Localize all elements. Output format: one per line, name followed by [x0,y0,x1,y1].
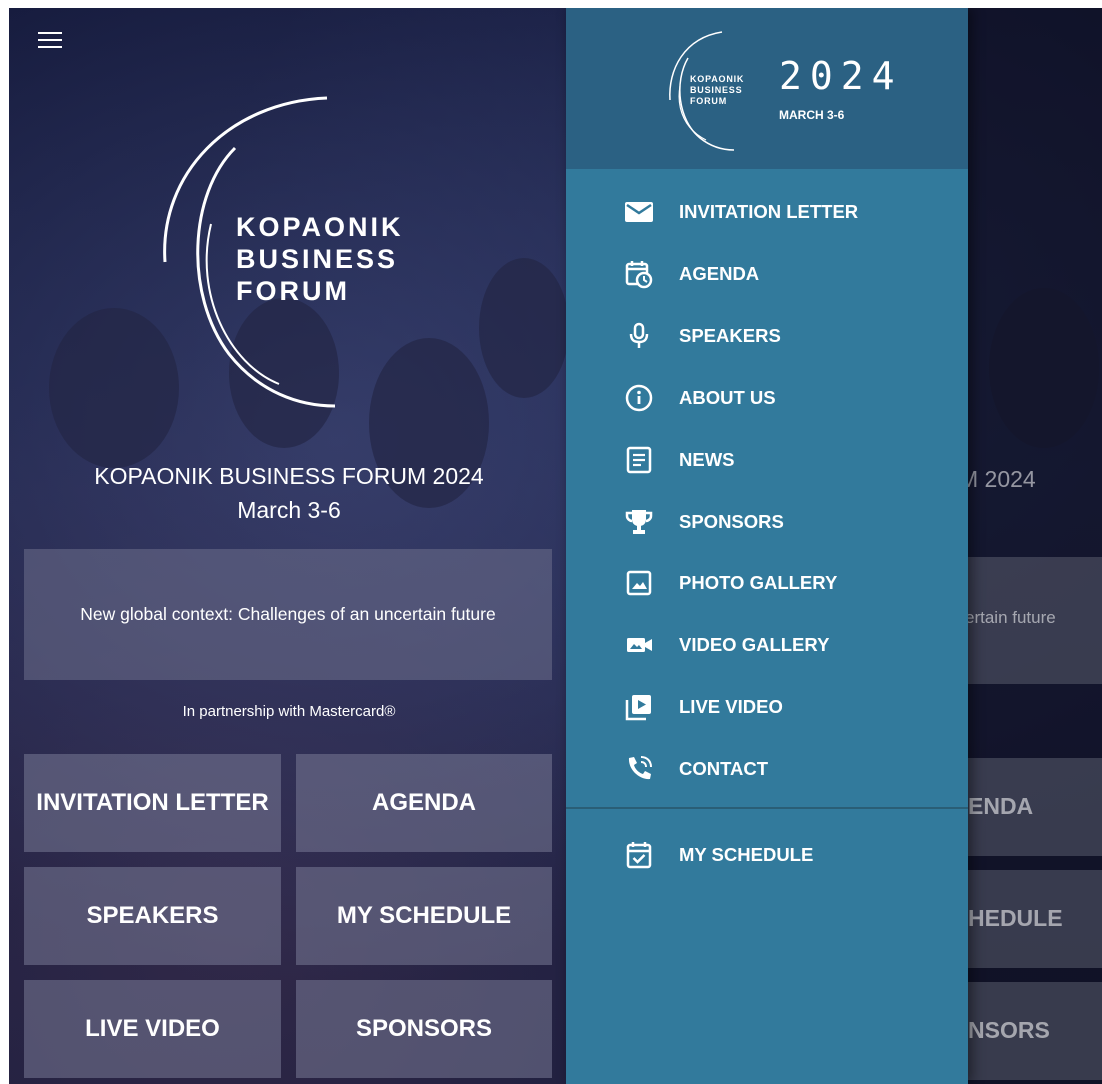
drawer-header: KOPAONIK BUSINESS FORUM 2024 MARCH 3-6 [566,8,968,169]
peek-theme: ertain future [965,608,1056,627]
logo-word: BUSINESS [236,244,399,274]
drawer-dates: MARCH 3-6 [779,108,845,122]
news-icon [624,445,654,475]
drawer-item-speakers[interactable]: SPEAKERS [566,311,968,361]
drawer-logo-word: BUSINESS [690,85,743,95]
drawer-item-label: ABOUT US [679,387,776,408]
drawer-item-label: INVITATION LETTER [679,201,859,222]
envelope-icon [624,197,654,227]
drawer-item-live-video[interactable]: LIVE VIDEO [566,682,968,732]
drawer-item-label: CONTACT [679,758,769,779]
logo-word: FORUM [236,276,350,306]
drawer-item-label: MY SCHEDULE [679,844,814,865]
photo-icon [624,568,654,598]
peek-tile-label: HEDULE [968,905,1063,931]
calendar-check-icon [624,840,654,870]
app-screen: KOPAONIK BUSINESS FORUM KOPAONIK BUSINES… [9,8,1102,1084]
tile-speakers[interactable]: SPEAKERS [24,867,281,965]
drawer-item-invitation-letter[interactable]: INVITATION LETTER [566,187,968,237]
event-theme: New global context: Challenges of an unc… [24,549,552,680]
hamburger-menu-icon[interactable] [38,32,62,50]
drawer-item-label: PHOTO GALLERY [679,572,838,593]
logo-word: KOPAONIK [236,212,404,242]
event-theme-text: New global context: Challenges of an unc… [80,604,496,624]
drawer-item-label: VIDEO GALLERY [679,634,830,655]
peek-title: M 2024 [959,466,1036,492]
event-title: KOPAONIK BUSINESS FORUM 2024 [94,463,484,489]
background-photo [479,258,569,398]
peek-tile-label: ENDA [968,793,1034,819]
drawer-item-label: SPONSORS [679,511,784,532]
drawer-item-label: AGENDA [679,263,760,284]
drawer-item-label: LIVE VIDEO [679,696,783,717]
video-camera-icon [624,630,654,660]
tile-invitation-letter[interactable]: INVITATION LETTER [24,754,281,852]
drawer-logo-word: FORUM [690,96,727,106]
tile-live-video[interactable]: LIVE VIDEO [24,980,281,1078]
drawer-item-news[interactable]: NEWS [566,435,968,485]
drawer-logo-word: KOPAONIK [690,74,745,84]
drawer-item-agenda[interactable]: AGENDA [566,249,968,299]
drawer-item-label: NEWS [679,449,735,470]
tile-my-schedule[interactable]: MY SCHEDULE [296,867,552,965]
phone-icon [624,754,654,784]
drawer-item-contact[interactable]: CONTACT [566,744,968,794]
partnership-note: In partnership with Mastercard® [182,703,396,720]
drawer-item-photo-gallery[interactable]: PHOTO GALLERY [566,558,968,608]
drawer-item-label: SPEAKERS [679,325,781,346]
tile-sponsors[interactable]: SPONSORS [296,980,552,1078]
tile-agenda[interactable]: AGENDA [296,754,552,852]
microphone-icon [624,321,654,351]
drawer-year: 2024 [779,54,903,98]
info-icon [624,383,654,413]
event-dates: March 3-6 [237,497,341,523]
play-library-icon [624,692,654,722]
drawer-item-video-gallery[interactable]: VIDEO GALLERY [566,620,968,670]
drawer-divider [566,807,968,809]
navigation-drawer: KOPAONIK BUSINESS FORUM 2024 MARCH 3-6 I… [566,8,968,1084]
calendar-clock-icon [624,259,654,289]
peek-tile-label: NSORS [968,1017,1050,1043]
drawer-item-my-schedule[interactable]: MY SCHEDULE [566,830,968,880]
trophy-icon [624,507,654,537]
drawer-item-about-us[interactable]: ABOUT US [566,373,968,423]
drawer-item-sponsors[interactable]: SPONSORS [566,497,968,547]
